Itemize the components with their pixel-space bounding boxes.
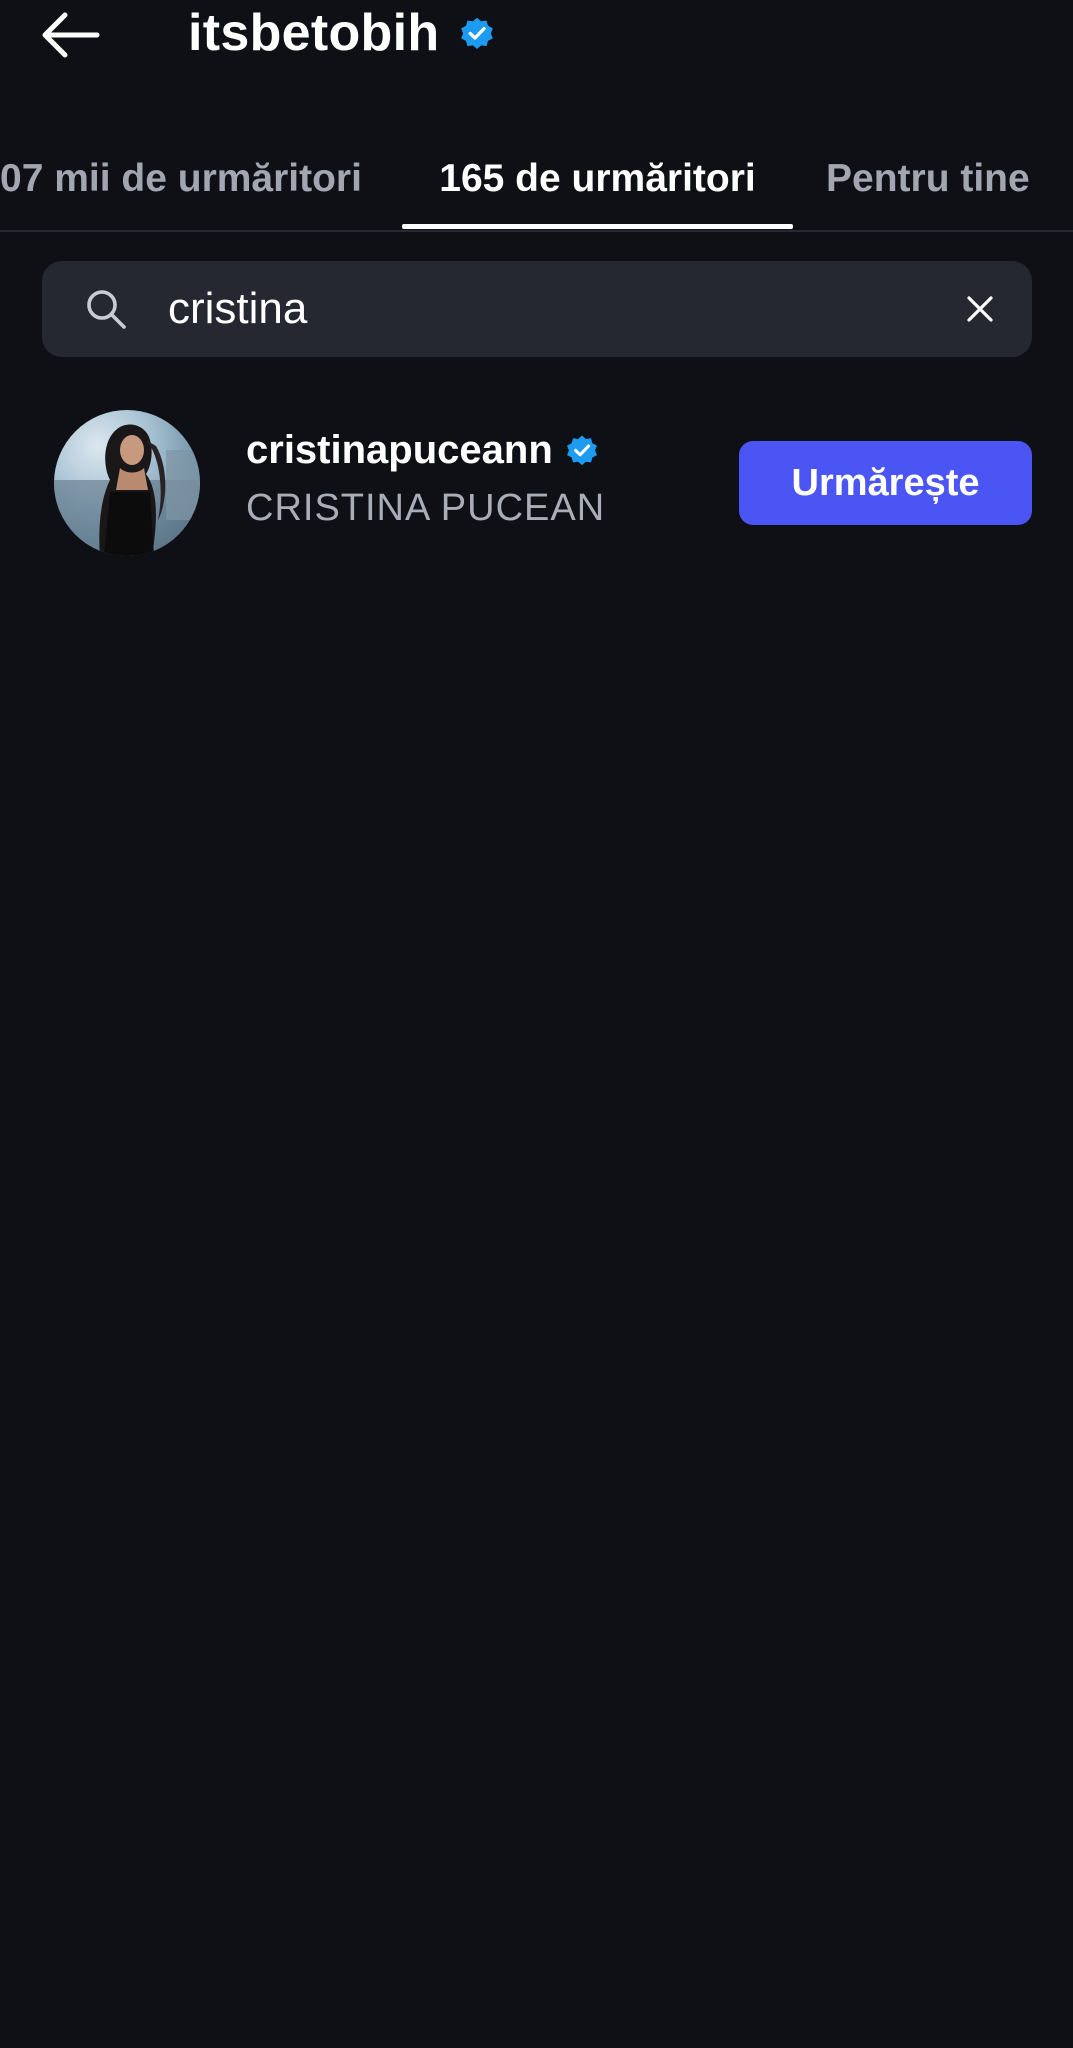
- search-input[interactable]: [168, 261, 958, 357]
- result-fullname: CRISTINA PUCEAN: [246, 486, 606, 529]
- search-bar: [42, 261, 1032, 357]
- top-bar: itsbetobih: [0, 0, 1073, 80]
- follow-button[interactable]: Urmărește: [739, 441, 1032, 525]
- tab-for-you[interactable]: Pentru tine: [826, 128, 1030, 230]
- clear-search-button[interactable]: [956, 285, 1004, 333]
- active-tab-indicator: [402, 224, 793, 229]
- followers-tabs: 07 mii de urmăritori 165 de urmăritori P…: [0, 128, 1073, 232]
- tab-followers[interactable]: 07 mii de urmăritori: [0, 128, 362, 230]
- tab-followers-mutual[interactable]: 165 de urmăritori: [402, 128, 793, 230]
- back-button[interactable]: [30, 2, 110, 68]
- close-icon: [967, 296, 993, 322]
- profile-photo: [54, 424, 200, 556]
- followers-screen: itsbetobih 07 mii de urmăritori 165 de u…: [0, 0, 1073, 2048]
- arrow-left-icon: [42, 12, 100, 58]
- profile-username: itsbetobih: [188, 4, 440, 62]
- verified-badge-icon: [565, 433, 599, 467]
- avatar[interactable]: [54, 410, 200, 556]
- search-icon: [82, 285, 130, 333]
- search-result-item[interactable]: cristinapuceann CRISTINA PUCEAN: [246, 420, 706, 550]
- result-username: cristinapuceann: [246, 427, 553, 472]
- profile-title: itsbetobih: [188, 0, 495, 66]
- verified-badge-icon: [459, 15, 495, 51]
